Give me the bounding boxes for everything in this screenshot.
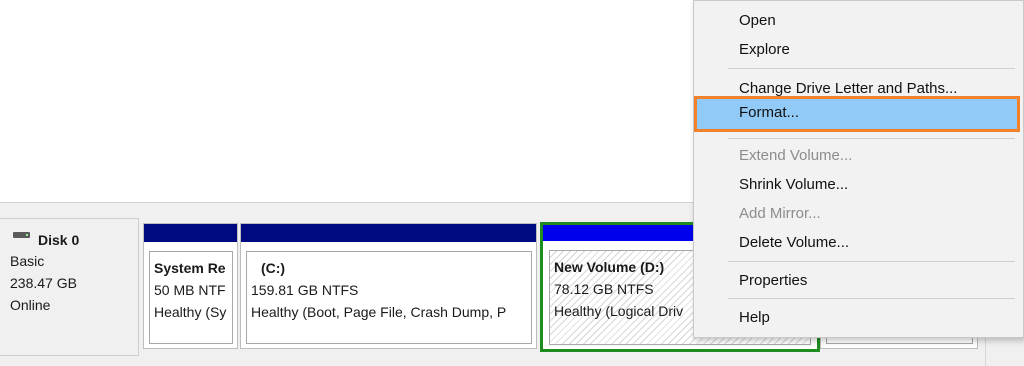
menu-item-label: Extend Volume... [739,147,853,164]
disk-name: Disk 0 [38,232,80,248]
menu-item-explore[interactable]: Explore [694,36,1023,64]
partition-system-reserved[interactable]: System Re 50 MB NTF Healthy (Sy [143,223,238,349]
hard-disk-icon [13,232,30,238]
menu-item-label: Explore [739,41,790,58]
menu-item-delete-volume[interactable]: Delete Volume... [694,229,1023,257]
partition-bar [241,224,536,242]
disk-type: Basic [10,253,45,269]
menu-item-label: Help [739,309,770,326]
menu-item-help[interactable]: Help [694,304,1023,332]
menu-divider [728,68,1015,69]
disk-status: Online [10,297,51,313]
menu-item-shrink-volume[interactable]: Shrink Volume... [694,171,1023,199]
menu-item-label: Open [739,12,776,29]
menu-divider [728,138,1015,139]
partition-status: Healthy (Sy [154,304,227,320]
partition-c[interactable]: (C:) 159.81 GB NTFS Healthy (Boot, Page … [240,223,537,349]
menu-item-label: Delete Volume... [739,234,850,251]
menu-divider [728,298,1015,299]
menu-item-open[interactable]: Open [694,7,1023,35]
partition-bar [144,224,237,242]
partition-status: Healthy (Boot, Page File, Crash Dump, P [251,304,507,320]
menu-item-properties[interactable]: Properties [694,267,1023,295]
context-menu: Open Explore Change Drive Letter and Pat… [693,0,1024,338]
menu-item-label: Change Drive Letter and Paths... [739,80,958,97]
menu-item-add-mirror[interactable]: Add Mirror... [694,200,1023,228]
partition-body: System Re 50 MB NTF Healthy (Sy [149,251,233,344]
menu-item-label: Shrink Volume... [739,176,849,193]
menu-item-label: Add Mirror... [739,205,821,222]
menu-item-extend-volume[interactable]: Extend Volume... [694,142,1023,170]
disk-size: 238.47 GB [10,275,77,291]
partition-name: System Re [154,260,226,276]
menu-divider [728,261,1015,262]
partition-body: (C:) 159.81 GB NTFS Healthy (Boot, Page … [246,251,532,344]
menu-item-label: Properties [739,272,808,289]
partition-name: (C:) [261,260,286,276]
partition-size: 159.81 GB NTFS [251,282,359,298]
menu-item-label: Format... [739,104,800,121]
menu-item-format[interactable]: Format... [694,96,1020,132]
disk-info-panel[interactable]: Disk 0 Basic 238.47 GB Online [0,218,139,356]
partition-size: 50 MB NTF [154,282,226,298]
